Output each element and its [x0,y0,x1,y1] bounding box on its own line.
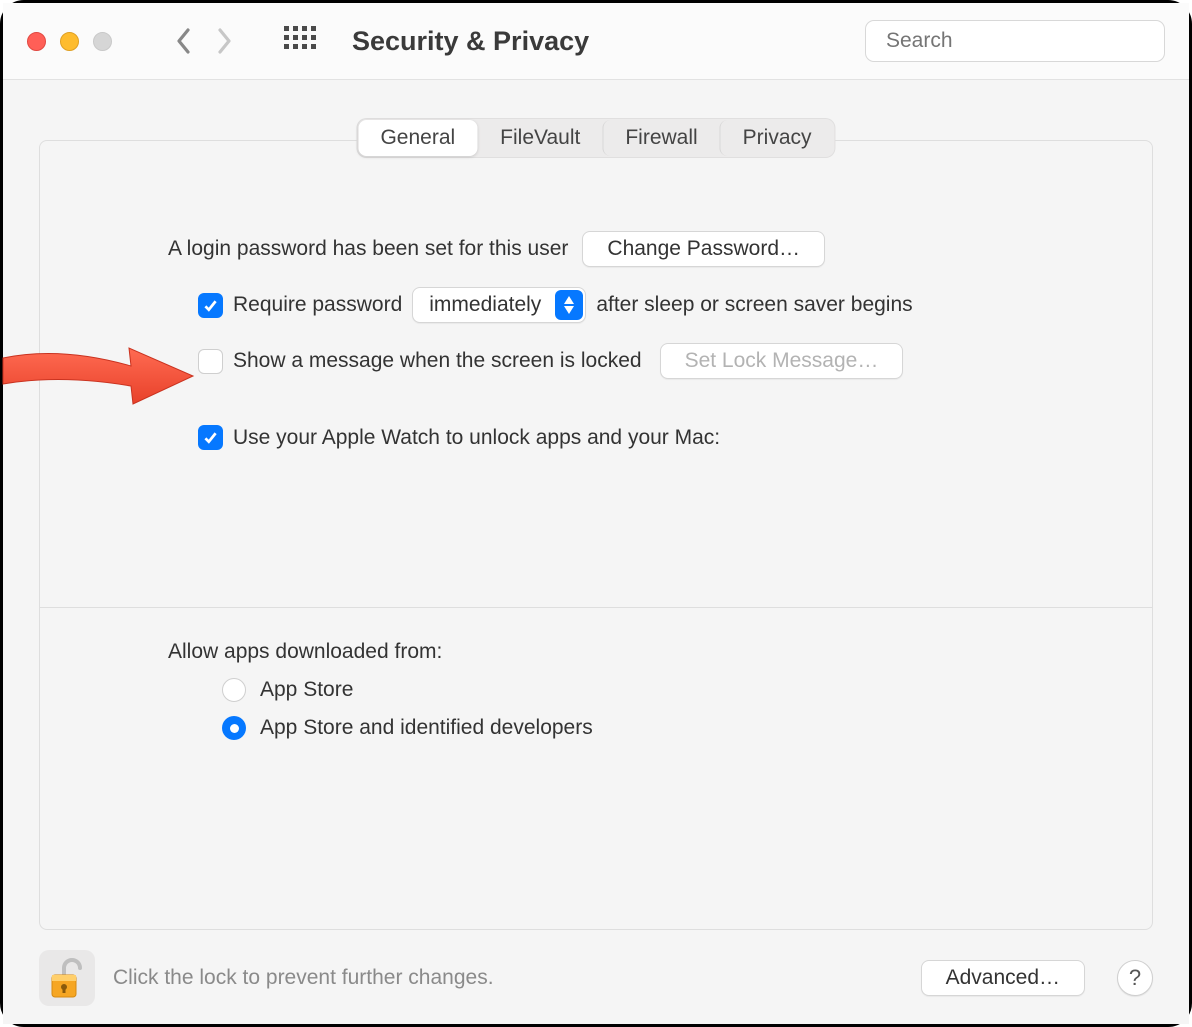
require-password-delay-value: immediately [429,293,541,317]
help-button[interactable]: ? [1117,960,1153,996]
nav-buttons [176,28,232,54]
back-button[interactable] [176,28,192,54]
close-window-button[interactable] [27,32,46,51]
require-password-checkbox[interactable] [198,293,223,318]
show-message-checkbox[interactable] [198,349,223,374]
search-field[interactable] [865,20,1165,62]
forward-button[interactable] [216,28,232,54]
lock-open-icon [48,957,86,999]
popup-stepper-icon [555,290,583,320]
tab-firewall[interactable]: Firewall [602,120,719,156]
advanced-button[interactable]: Advanced… [921,960,1085,996]
apple-watch-row: Use your Apple Watch to unlock apps and … [168,425,1114,450]
show-all-prefs-icon[interactable] [284,26,314,56]
search-input[interactable] [886,29,1157,53]
apple-watch-checkbox[interactable] [198,425,223,450]
show-message-row: Show a message when the screen is locked… [168,343,1114,379]
toolbar: Security & Privacy [3,3,1189,80]
lock-hint-text: Click the lock to prevent further change… [113,966,494,990]
general-panel: A login password has been set for this u… [39,140,1153,930]
window-title: Security & Privacy [352,26,589,57]
tab-filevault[interactable]: FileVault [477,120,602,156]
require-password-label-post: after sleep or screen saver begins [596,293,912,317]
radio-identified-row: App Store and identified developers [168,716,1114,740]
apple-watch-label: Use your Apple Watch to unlock apps and … [233,426,720,450]
tab-general[interactable]: General [358,120,477,156]
radio-appstore-label: App Store [260,678,353,702]
require-password-delay-popup[interactable]: immediately [412,287,586,323]
radio-identified[interactable] [222,716,246,740]
radio-identified-label: App Store and identified developers [260,716,593,740]
lock-button[interactable] [39,950,95,1006]
require-password-label-pre: Require password [233,293,402,317]
downloads-section-label: Allow apps downloaded from: [52,640,1114,664]
window-controls [27,32,112,51]
show-message-label: Show a message when the screen is locked [233,349,642,373]
tabs: General FileVault Firewall Privacy [356,118,835,158]
set-lock-message-button[interactable]: Set Lock Message… [660,343,904,379]
divider [40,607,1152,608]
require-password-row: Require password immediately after sleep… [168,287,1114,323]
login-password-text: A login password has been set for this u… [168,237,568,261]
footer: Click the lock to prevent further change… [39,950,1153,1006]
radio-appstore[interactable] [222,678,246,702]
radio-appstore-row: App Store [168,678,1114,702]
change-password-button[interactable]: Change Password… [582,231,825,267]
annotation-arrow-icon [1,336,195,406]
tab-privacy[interactable]: Privacy [720,120,834,156]
minimize-window-button[interactable] [60,32,79,51]
login-password-row: A login password has been set for this u… [168,231,1114,267]
zoom-window-button[interactable] [93,32,112,51]
content: General FileVault Firewall Privacy A log… [3,80,1189,1024]
